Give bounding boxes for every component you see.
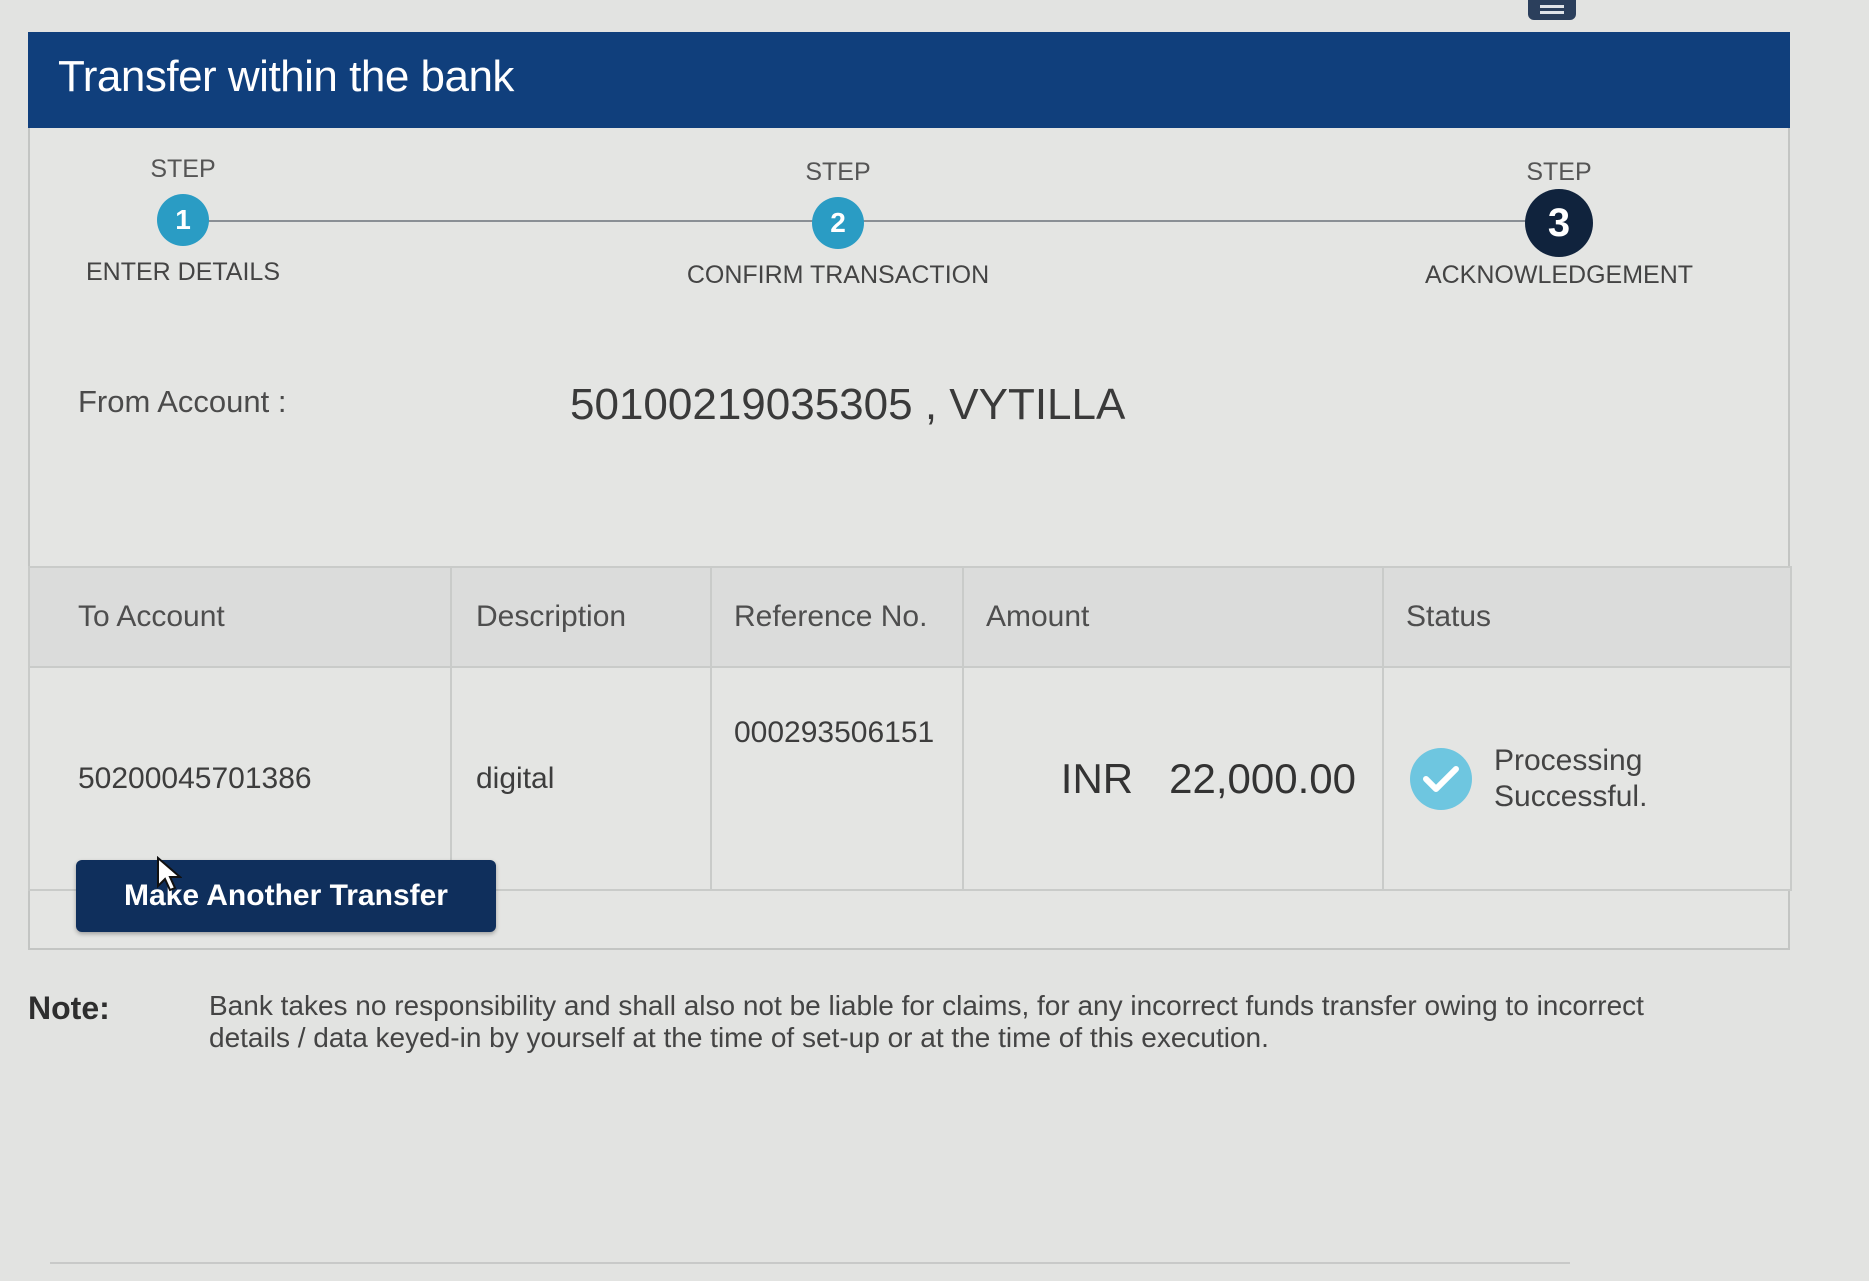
status-cell: Processing Successful. <box>1382 666 1792 891</box>
column-header: Amount <box>962 566 1384 668</box>
progress-stepper: STEP 1 ENTER DETAILS STEP 2 CONFIRM TRAN… <box>28 128 1790 328</box>
check-circle-icon <box>1410 747 1472 810</box>
column-header: Description <box>450 566 712 668</box>
note-text: Bank takes no responsibility and shall a… <box>209 990 1644 1053</box>
page-title: Transfer within the bank <box>58 52 514 101</box>
status-line: Successful. <box>1494 779 1648 813</box>
cursor-icon <box>157 856 182 892</box>
step-label: STEP <box>150 155 216 183</box>
status-line: Processing <box>1494 743 1643 777</box>
column-header: Reference No. <box>710 566 964 668</box>
menu-icon[interactable] <box>1528 0 1576 20</box>
step-number: 1 <box>157 194 209 246</box>
step-name: CONFIRM TRANSACTION <box>686 261 990 289</box>
from-account-label: From Account : <box>78 384 287 419</box>
amount-cell: INR 22,000.00 <box>962 666 1384 891</box>
step-label: STEP <box>805 158 871 186</box>
step-1: STEP 1 ENTER DETAILS <box>0 155 383 287</box>
description-cell: digital <box>450 666 712 891</box>
from-account-value: 50100219035305 , VYTILLA <box>570 380 1126 429</box>
column-header: To Account <box>28 566 452 668</box>
column-header: Status <box>1382 566 1792 668</box>
table-header-row: To Account Description Reference No. Amo… <box>28 566 1792 668</box>
footer-divider <box>50 1262 1570 1264</box>
step-3: STEP 3 ACKNOWLEDGEMENT <box>1359 158 1759 290</box>
step-2: STEP 2 CONFIRM TRANSACTION <box>638 158 1038 290</box>
step-label: STEP <box>1526 158 1592 186</box>
step-name: ACKNOWLEDGEMENT <box>1424 261 1694 289</box>
make-another-transfer-button[interactable]: Make Another Transfer <box>76 860 496 932</box>
reference-no-cell: 000293506151 <box>710 666 964 891</box>
step-number: 2 <box>812 197 864 249</box>
table-row: 50200045701386 digital 000293506151 INR 2… <box>28 666 1792 891</box>
step-name: ENTER DETAILS <box>85 258 281 286</box>
from-account-row: From Account : 50100219035305 , VYTILLA <box>78 380 1678 440</box>
amount-currency: INR <box>1060 754 1134 802</box>
to-account-cell: 50200045701386 <box>28 666 452 891</box>
status-text: Processing Successful. <box>1494 743 1674 815</box>
panel-header: Transfer within the bank <box>28 32 1790 128</box>
transaction-table: To Account Description Reference No. Amo… <box>28 566 1792 891</box>
amount-value: 22,000.00 <box>1169 754 1356 802</box>
note-label: Note: <box>28 990 110 1026</box>
step-number: 3 <box>1525 189 1593 257</box>
